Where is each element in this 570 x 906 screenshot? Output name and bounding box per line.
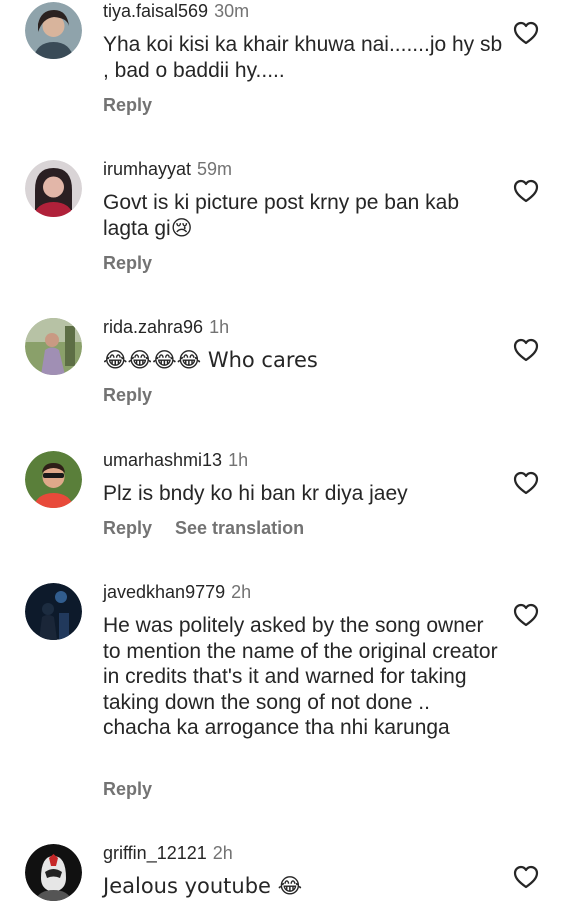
heart-outline-icon[interactable] [513, 179, 539, 203]
comment-meta: irumhayyat 59m [103, 158, 232, 180]
avatar[interactable] [25, 318, 82, 375]
comment-text: Yha koi kisi ka khair khuwa nai.......jo… [103, 33, 503, 82]
comment-meta: umarhashmi13 1h [103, 449, 248, 471]
avatar[interactable] [25, 451, 82, 508]
comment-actions: Reply See translation [103, 517, 304, 539]
heart-outline-icon[interactable] [513, 603, 539, 627]
username[interactable]: irumhayyat [103, 159, 191, 179]
timestamp: 1h [209, 317, 230, 337]
comment-meta: rida.zahra96 1h [103, 316, 229, 338]
comment-meta: griffin_12121 2h [103, 842, 233, 864]
comment-actions: Reply [103, 252, 152, 274]
timestamp: 2h [231, 582, 252, 602]
timestamp: 30m [214, 1, 250, 21]
comment-meta: tiya.faisal569 30m [103, 0, 249, 22]
heart-outline-icon[interactable] [513, 471, 539, 495]
username[interactable]: rida.zahra96 [103, 317, 203, 337]
avatar[interactable] [25, 583, 82, 640]
comment-text: Jealous youtube 😂 [103, 874, 303, 898]
timestamp: 1h [228, 450, 249, 470]
comments-list: tiya.faisal569 30m Yha koi kisi ka khair … [0, 0, 570, 906]
comment-text: He was politely asked by the song owner … [103, 614, 498, 739]
reply-button[interactable]: Reply [103, 518, 152, 538]
reply-button[interactable]: Reply [103, 95, 152, 115]
avatar[interactable] [25, 2, 82, 59]
avatar[interactable] [25, 160, 82, 217]
comment-actions: Reply [103, 94, 152, 116]
timestamp: 59m [197, 159, 233, 179]
heart-outline-icon[interactable] [513, 865, 539, 889]
heart-outline-icon[interactable] [513, 21, 539, 45]
reply-button[interactable]: Reply [103, 779, 152, 799]
reply-button[interactable]: Reply [103, 385, 152, 405]
timestamp: 2h [212, 843, 233, 863]
comment-meta: javedkhan9779 2h [103, 581, 251, 603]
comment-text: Plz is bndy ko hi ban kr diya jaey [103, 482, 408, 505]
username[interactable]: tiya.faisal569 [103, 1, 208, 21]
username[interactable]: javedkhan9779 [103, 582, 225, 602]
username[interactable]: umarhashmi13 [103, 450, 222, 470]
reply-button[interactable]: Reply [103, 253, 152, 273]
comment-actions: Reply [103, 778, 152, 800]
comment-actions: Reply [103, 384, 152, 406]
see-translation-button[interactable]: See translation [175, 518, 304, 538]
comment-text: 😂😂😂😂 Who cares [103, 348, 318, 372]
username[interactable]: griffin_12121 [103, 843, 207, 863]
comment-text: Govt is ki picture post krny pe ban kab … [103, 191, 460, 240]
avatar[interactable] [25, 844, 82, 901]
heart-outline-icon[interactable] [513, 338, 539, 362]
